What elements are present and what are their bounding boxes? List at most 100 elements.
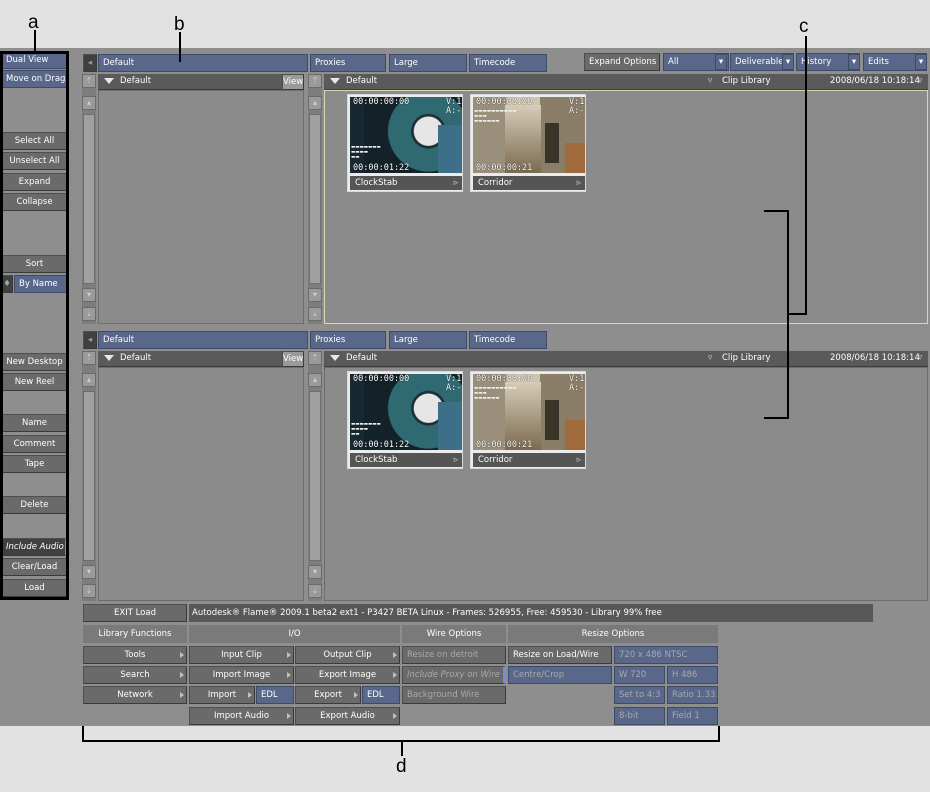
clip-thumbnail[interactable]: 00:00:00:00 V:1 A:- ▬▬▬▬▬▬▬▬▬▬ ▬▬▬ ▬▬▬▬▬▬ … — [470, 371, 586, 469]
export-edl-select[interactable]: EDL — [362, 686, 400, 704]
scroll-track[interactable] — [309, 391, 321, 561]
collapse-triangle-icon[interactable] — [330, 354, 340, 361]
import-button[interactable]: Import — [189, 686, 255, 704]
lower-library-name-field[interactable]: Default — [98, 331, 308, 349]
clip-audio-track: A:- — [446, 106, 462, 116]
scroll-bottom-icon[interactable]: ⇣ — [82, 307, 96, 321]
collapse-triangle-icon[interactable] — [330, 77, 340, 84]
clip-name[interactable]: Corridor — [473, 453, 585, 467]
lower-clip-header: Default ▿ Clip Library 2008/06/18 10:18:… — [324, 351, 928, 367]
scroll-top-icon[interactable]: ⇡ — [82, 351, 96, 365]
set-to-aspect-button[interactable]: Set to 4:3 — [614, 686, 665, 704]
scroll-track[interactable] — [309, 114, 321, 284]
view-button[interactable]: View — [282, 74, 304, 90]
lower-clip-scrollbar[interactable]: ⇡ ▴ ▾ ⇣ — [308, 351, 322, 601]
scroll-up-icon[interactable]: ▴ — [308, 373, 322, 387]
callout-c-label: c — [799, 16, 809, 37]
import-edl-select[interactable]: EDL — [256, 686, 294, 704]
centre-crop-select[interactable]: Centre/Crop — [508, 666, 612, 684]
lower-tree-header: Default — [98, 351, 304, 367]
scroll-track[interactable] — [83, 391, 95, 561]
field-select[interactable]: Field 1 — [667, 707, 718, 725]
exit-load-button[interactable]: EXIT Load — [83, 604, 187, 622]
callout-c-leader — [805, 36, 807, 315]
clip-start-timecode: 00:00:00:00 — [476, 374, 533, 384]
scroll-track[interactable] — [83, 114, 95, 284]
filter-icon[interactable]: ▿ — [708, 74, 712, 89]
lower-tree-area — [98, 367, 304, 601]
output-clip-button[interactable]: Output Clip — [295, 646, 400, 664]
bit-depth-select[interactable]: 8-bit — [614, 707, 665, 725]
clip-thumbnail[interactable]: 00:00:00:00 V:1 A:- ▬▬▬▬▬▬▬ ▬▬▬▬ ▬▬ 00:00:… — [347, 371, 463, 469]
scroll-down-icon[interactable]: ▾ — [82, 565, 96, 579]
callout-d-bracket-right — [718, 726, 720, 742]
upper-clip-scrollbar[interactable]: ⇡ ▴ ▾ ⇣ — [308, 74, 322, 324]
resize-on-load-wire-toggle[interactable]: Resize on Load/Wire — [508, 646, 612, 664]
import-image-button[interactable]: Import Image — [189, 666, 294, 684]
scroll-down-icon[interactable]: ▾ — [308, 565, 322, 579]
edits-chevron-down-icon[interactable]: ▾ — [915, 54, 927, 70]
export-image-button[interactable]: Export Image — [295, 666, 400, 684]
library-name-field[interactable]: Default — [98, 54, 308, 72]
all-dropdown-chevron-down-icon[interactable]: ▾ — [715, 54, 727, 70]
scroll-up-icon[interactable]: ▴ — [308, 96, 322, 110]
clip-audio-track: A:- — [569, 106, 585, 116]
scroll-top-icon[interactable]: ⇡ — [308, 351, 322, 365]
timecode-button[interactable]: Timecode — [469, 54, 547, 72]
height-field[interactable]: H 486 — [667, 666, 718, 684]
scroll-down-icon[interactable]: ▾ — [308, 288, 322, 302]
search-button[interactable]: Search — [83, 666, 187, 684]
import-audio-button[interactable]: Import Audio — [189, 707, 294, 725]
collapse-triangle-icon[interactable] — [104, 77, 114, 84]
timestamp-dropdown-icon[interactable]: ▿ — [918, 351, 922, 366]
top-bar-scroll-icon[interactable]: ◂ — [83, 54, 97, 72]
scroll-bottom-icon[interactable]: ⇣ — [308, 584, 322, 598]
clip-thumbnail[interactable]: 00:00:00:00 V:1 A:- ▬▬▬▬▬▬▬▬▬▬ ▬▬▬ ▬▬▬▬▬▬ … — [470, 94, 586, 192]
lower-tree-scrollbar[interactable]: ⇡ ▴ ▾ ⇣ — [82, 351, 96, 601]
scroll-bottom-icon[interactable]: ⇣ — [82, 584, 96, 598]
clip-start-timecode: 00:00:00:00 — [353, 374, 410, 384]
scroll-down-icon[interactable]: ▾ — [82, 288, 96, 302]
view-button[interactable]: View — [282, 351, 304, 367]
clip-name[interactable]: ClockStab — [350, 453, 462, 467]
resize-on-detroit-toggle[interactable]: Resize on detroit — [402, 646, 506, 664]
scroll-up-icon[interactable]: ▴ — [82, 96, 96, 110]
clip-thumbnail[interactable]: 00:00:00:00 V:1 A:- ▬▬▬▬▬▬▬ ▬▬▬▬ ▬▬ 00:00:… — [347, 94, 463, 192]
scroll-top-icon[interactable]: ⇡ — [308, 74, 322, 88]
include-proxy-on-wire-toggle[interactable]: Include Proxy on Wire — [402, 666, 506, 684]
wire-options-header: Wire Options — [402, 625, 506, 643]
clip-name[interactable]: ClockStab — [350, 176, 462, 190]
input-clip-button[interactable]: Input Clip — [189, 646, 294, 664]
lower-bar-scroll-icon[interactable]: ◂ — [83, 331, 97, 349]
clip-name[interactable]: Corridor — [473, 176, 585, 190]
scroll-top-icon[interactable]: ⇡ — [82, 74, 96, 88]
collapse-triangle-icon[interactable] — [104, 354, 114, 361]
lower-timecode-button[interactable]: Timecode — [469, 331, 547, 349]
export-audio-button[interactable]: Export Audio — [295, 707, 400, 725]
lower-large-button[interactable]: Large — [389, 331, 467, 349]
clip-start-timecode: 00:00:00:00 — [476, 97, 533, 107]
clip-duration: 00:00:01:22 — [353, 163, 410, 173]
callout-b-label: b — [174, 14, 185, 35]
timestamp-dropdown-icon[interactable]: ▿ — [918, 74, 922, 89]
lower-proxies-button[interactable]: Proxies — [310, 331, 386, 349]
network-button[interactable]: Network — [83, 686, 187, 704]
callout-a-label: a — [28, 12, 39, 33]
filter-icon[interactable]: ▿ — [708, 351, 712, 366]
clip-start-timecode: 00:00:00:00 — [353, 97, 410, 107]
scroll-up-icon[interactable]: ▴ — [82, 373, 96, 387]
deliverables-chevron-down-icon[interactable]: ▾ — [782, 54, 794, 70]
clip-library-label: Clip Library — [722, 76, 771, 86]
clip-duration: 00:00:00:21 — [476, 163, 533, 173]
history-chevron-down-icon[interactable]: ▾ — [848, 54, 860, 70]
proxies-button[interactable]: Proxies — [310, 54, 386, 72]
upper-tree-scrollbar[interactable]: ⇡ ▴ ▾ ⇣ — [82, 74, 96, 324]
large-button[interactable]: Large — [389, 54, 467, 72]
export-button[interactable]: Export — [295, 686, 361, 704]
background-wire-toggle[interactable]: Background Wire — [402, 686, 506, 704]
ratio-field[interactable]: Ratio 1.333 — [667, 686, 718, 704]
tools-button[interactable]: Tools — [83, 646, 187, 664]
width-field[interactable]: W 720 — [614, 666, 665, 684]
format-select[interactable]: 720 x 486 NTSC — [614, 646, 718, 664]
scroll-bottom-icon[interactable]: ⇣ — [308, 307, 322, 321]
